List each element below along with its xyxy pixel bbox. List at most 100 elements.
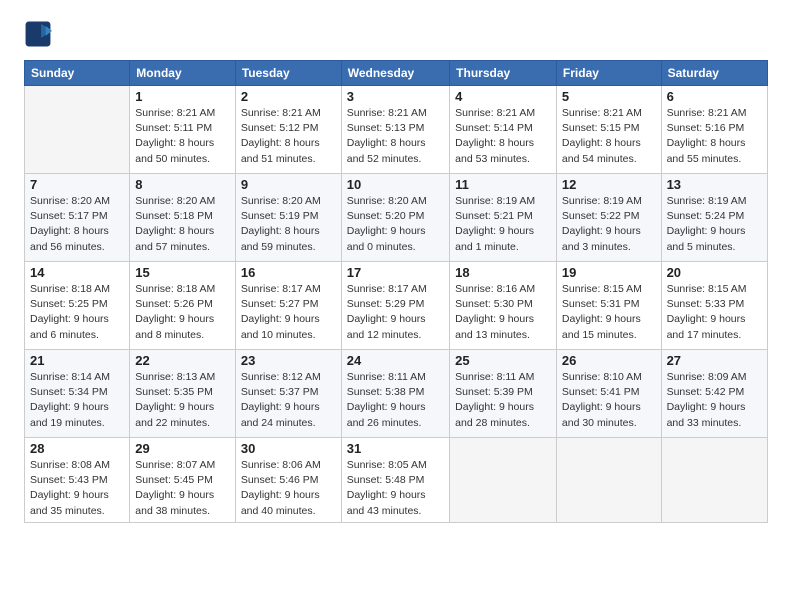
weekday-header: Thursday bbox=[450, 61, 557, 86]
day-info: Sunrise: 8:19 AM Sunset: 5:21 PM Dayligh… bbox=[455, 194, 551, 255]
calendar-cell: 25 Sunrise: 8:11 AM Sunset: 5:39 PM Dayli… bbox=[450, 350, 557, 438]
calendar-cell: 5 Sunrise: 8:21 AM Sunset: 5:15 PM Daylig… bbox=[556, 86, 661, 174]
day-info: Sunrise: 8:09 AM Sunset: 5:42 PM Dayligh… bbox=[667, 370, 762, 431]
day-number: 12 bbox=[562, 177, 656, 192]
calendar-cell: 13Sunrise: 8:19 AM Sunset: 5:24 PM Dayli… bbox=[661, 174, 767, 262]
day-info: Sunrise: 8:11 AM Sunset: 5:38 PM Dayligh… bbox=[347, 370, 444, 431]
day-info: Sunrise: 8:20 AM Sunset: 5:20 PM Dayligh… bbox=[347, 194, 444, 255]
calendar-cell: 30 Sunrise: 8:06 AM Sunset: 5:46 PM Dayli… bbox=[235, 438, 341, 523]
calendar-cell: 12 Sunrise: 8:19 AM Sunset: 5:22 PM Dayli… bbox=[556, 174, 661, 262]
weekday-header: Sunday bbox=[25, 61, 130, 86]
weekday-header: Tuesday bbox=[235, 61, 341, 86]
day-number: 23 bbox=[241, 353, 336, 368]
calendar-cell: 4 Sunrise: 8:21 AM Sunset: 5:14 PM Daylig… bbox=[450, 86, 557, 174]
calendar-cell: 28 Sunrise: 8:08 AM Sunset: 5:43 PM Dayli… bbox=[25, 438, 130, 523]
day-number: 7 bbox=[30, 177, 124, 192]
day-info: Sunrise: 8:08 AM Sunset: 5:43 PM Dayligh… bbox=[30, 458, 124, 519]
day-info: Sunrise: 8:11 AM Sunset: 5:39 PM Dayligh… bbox=[455, 370, 551, 431]
calendar-cell: 21 Sunrise: 8:14 AM Sunset: 5:34 PM Dayli… bbox=[25, 350, 130, 438]
day-info: Sunrise: 8:20 AM Sunset: 5:17 PM Dayligh… bbox=[30, 194, 124, 255]
calendar-cell: 8 Sunrise: 8:20 AM Sunset: 5:18 PM Daylig… bbox=[130, 174, 236, 262]
day-info: Sunrise: 8:17 AM Sunset: 5:27 PM Dayligh… bbox=[241, 282, 336, 343]
day-number: 6 bbox=[667, 89, 762, 104]
calendar-cell bbox=[450, 438, 557, 523]
day-number: 15 bbox=[135, 265, 230, 280]
day-number: 5 bbox=[562, 89, 656, 104]
day-number: 22 bbox=[135, 353, 230, 368]
day-number: 17 bbox=[347, 265, 444, 280]
calendar-cell: 2 Sunrise: 8:21 AM Sunset: 5:12 PM Daylig… bbox=[235, 86, 341, 174]
day-info: Sunrise: 8:21 AM Sunset: 5:13 PM Dayligh… bbox=[347, 106, 444, 167]
calendar-cell bbox=[25, 86, 130, 174]
calendar-cell: 31 Sunrise: 8:05 AM Sunset: 5:48 PM Dayli… bbox=[341, 438, 449, 523]
calendar-cell: 27 Sunrise: 8:09 AM Sunset: 5:42 PM Dayli… bbox=[661, 350, 767, 438]
day-info: Sunrise: 8:15 AM Sunset: 5:33 PM Dayligh… bbox=[667, 282, 762, 343]
calendar-cell bbox=[556, 438, 661, 523]
calendar-cell: 19 Sunrise: 8:15 AM Sunset: 5:31 PM Dayli… bbox=[556, 262, 661, 350]
day-info: Sunrise: 8:21 AM Sunset: 5:15 PM Dayligh… bbox=[562, 106, 656, 167]
day-info: Sunrise: 8:19 AM Sunset: 5:22 PM Dayligh… bbox=[562, 194, 656, 255]
calendar-cell: 15Sunrise: 8:18 AM Sunset: 5:26 PM Dayli… bbox=[130, 262, 236, 350]
day-number: 8 bbox=[135, 177, 230, 192]
day-info: Sunrise: 8:15 AM Sunset: 5:31 PM Dayligh… bbox=[562, 282, 656, 343]
weekday-header: Friday bbox=[556, 61, 661, 86]
day-info: Sunrise: 8:14 AM Sunset: 5:34 PM Dayligh… bbox=[30, 370, 124, 431]
calendar-header: SundayMondayTuesdayWednesdayThursdayFrid… bbox=[25, 61, 768, 86]
day-number: 28 bbox=[30, 441, 124, 456]
day-number: 13 bbox=[667, 177, 762, 192]
calendar-cell: 23 Sunrise: 8:12 AM Sunset: 5:37 PM Dayli… bbox=[235, 350, 341, 438]
day-info: Sunrise: 8:21 AM Sunset: 5:11 PM Dayligh… bbox=[135, 106, 230, 167]
day-info: Sunrise: 8:21 AM Sunset: 5:14 PM Dayligh… bbox=[455, 106, 551, 167]
calendar-cell: 9 Sunrise: 8:20 AM Sunset: 5:19 PM Daylig… bbox=[235, 174, 341, 262]
logo bbox=[24, 20, 56, 48]
calendar-cell: 17 Sunrise: 8:17 AM Sunset: 5:29 PM Dayli… bbox=[341, 262, 449, 350]
logo-icon bbox=[24, 20, 52, 48]
calendar-cell: 16 Sunrise: 8:17 AM Sunset: 5:27 PM Dayli… bbox=[235, 262, 341, 350]
day-number: 18 bbox=[455, 265, 551, 280]
calendar-cell: 10 Sunrise: 8:20 AM Sunset: 5:20 PM Dayli… bbox=[341, 174, 449, 262]
day-info: Sunrise: 8:17 AM Sunset: 5:29 PM Dayligh… bbox=[347, 282, 444, 343]
day-number: 25 bbox=[455, 353, 551, 368]
calendar-cell: 20 Sunrise: 8:15 AM Sunset: 5:33 PM Dayli… bbox=[661, 262, 767, 350]
day-number: 11 bbox=[455, 177, 551, 192]
day-number: 21 bbox=[30, 353, 124, 368]
day-number: 31 bbox=[347, 441, 444, 456]
day-number: 1 bbox=[135, 89, 230, 104]
day-info: Sunrise: 8:12 AM Sunset: 5:37 PM Dayligh… bbox=[241, 370, 336, 431]
day-info: Sunrise: 8:16 AM Sunset: 5:30 PM Dayligh… bbox=[455, 282, 551, 343]
day-number: 10 bbox=[347, 177, 444, 192]
day-info: Sunrise: 8:20 AM Sunset: 5:19 PM Dayligh… bbox=[241, 194, 336, 255]
calendar-cell bbox=[661, 438, 767, 523]
calendar-cell: 22Sunrise: 8:13 AM Sunset: 5:35 PM Dayli… bbox=[130, 350, 236, 438]
day-number: 29 bbox=[135, 441, 230, 456]
calendar-cell: 26Sunrise: 8:10 AM Sunset: 5:41 PM Dayli… bbox=[556, 350, 661, 438]
day-number: 27 bbox=[667, 353, 762, 368]
day-number: 20 bbox=[667, 265, 762, 280]
calendar-cell: 11 Sunrise: 8:19 AM Sunset: 5:21 PM Dayli… bbox=[450, 174, 557, 262]
weekday-header: Wednesday bbox=[341, 61, 449, 86]
page: SundayMondayTuesdayWednesdayThursdayFrid… bbox=[0, 0, 792, 539]
calendar-cell: 24Sunrise: 8:11 AM Sunset: 5:38 PM Dayli… bbox=[341, 350, 449, 438]
day-info: Sunrise: 8:21 AM Sunset: 5:16 PM Dayligh… bbox=[667, 106, 762, 167]
day-number: 9 bbox=[241, 177, 336, 192]
day-info: Sunrise: 8:18 AM Sunset: 5:25 PM Dayligh… bbox=[30, 282, 124, 343]
weekday-header: Monday bbox=[130, 61, 236, 86]
day-info: Sunrise: 8:21 AM Sunset: 5:12 PM Dayligh… bbox=[241, 106, 336, 167]
day-number: 19 bbox=[562, 265, 656, 280]
day-number: 30 bbox=[241, 441, 336, 456]
calendar-cell: 3 Sunrise: 8:21 AM Sunset: 5:13 PM Daylig… bbox=[341, 86, 449, 174]
day-info: Sunrise: 8:10 AM Sunset: 5:41 PM Dayligh… bbox=[562, 370, 656, 431]
calendar-cell: 14Sunrise: 8:18 AM Sunset: 5:25 PM Dayli… bbox=[25, 262, 130, 350]
day-info: Sunrise: 8:06 AM Sunset: 5:46 PM Dayligh… bbox=[241, 458, 336, 519]
header bbox=[24, 20, 768, 48]
day-number: 2 bbox=[241, 89, 336, 104]
day-info: Sunrise: 8:05 AM Sunset: 5:48 PM Dayligh… bbox=[347, 458, 444, 519]
day-number: 4 bbox=[455, 89, 551, 104]
calendar-table: SundayMondayTuesdayWednesdayThursdayFrid… bbox=[24, 60, 768, 523]
calendar-cell: 6 Sunrise: 8:21 AM Sunset: 5:16 PM Daylig… bbox=[661, 86, 767, 174]
calendar-cell: 1 Sunrise: 8:21 AM Sunset: 5:11 PM Daylig… bbox=[130, 86, 236, 174]
day-info: Sunrise: 8:07 AM Sunset: 5:45 PM Dayligh… bbox=[135, 458, 230, 519]
day-number: 16 bbox=[241, 265, 336, 280]
day-number: 3 bbox=[347, 89, 444, 104]
day-info: Sunrise: 8:20 AM Sunset: 5:18 PM Dayligh… bbox=[135, 194, 230, 255]
